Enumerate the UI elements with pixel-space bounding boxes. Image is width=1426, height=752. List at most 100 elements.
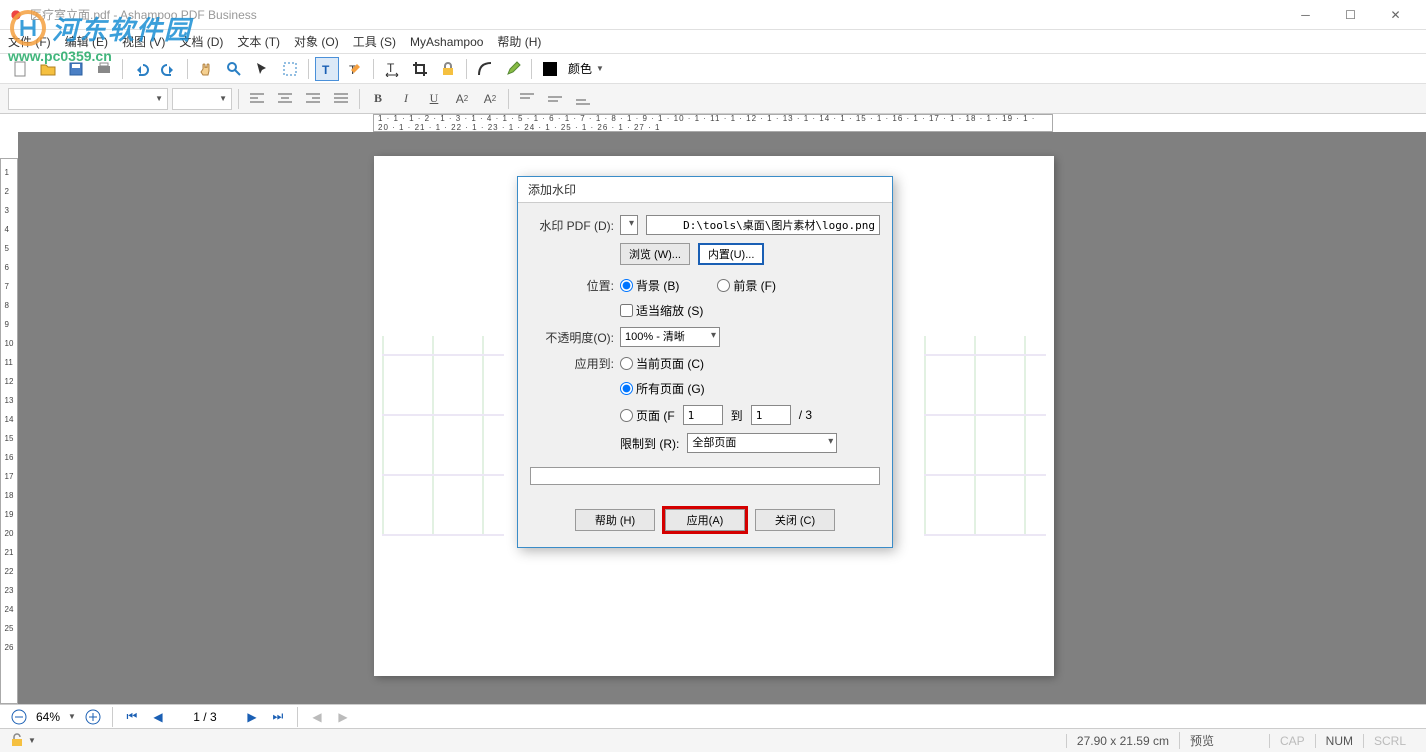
color-swatch[interactable] [538, 57, 562, 81]
pointer-icon[interactable] [250, 57, 274, 81]
fit-checkbox[interactable]: 适当缩放 (S) [620, 302, 703, 319]
zoom-out-icon[interactable] [10, 708, 28, 726]
opacity-combo[interactable]: 100% - 清晰 [620, 327, 720, 347]
num-status: NUM [1315, 734, 1363, 748]
zoom-value: 64% [36, 710, 60, 724]
scrl-status: SCRL [1363, 734, 1416, 748]
all-pages-radio[interactable]: 所有页面 (G) [620, 380, 705, 397]
mode-status: 预览 [1179, 732, 1269, 749]
page-to-label: 到 [731, 407, 743, 424]
last-page-icon[interactable]: ⏭ [269, 708, 287, 726]
coords-status: 27.90 x 21.59 cm [1066, 734, 1179, 748]
progress-bar [530, 467, 880, 485]
page-indicator: 1 / 3 [175, 710, 235, 724]
color-label: 颜色 [568, 60, 592, 77]
new-icon[interactable] [8, 57, 32, 81]
bold-button[interactable]: B [366, 88, 390, 110]
align-right-icon[interactable] [301, 88, 325, 110]
apply-button[interactable]: 应用(A) [665, 509, 745, 531]
align-center-icon[interactable] [273, 88, 297, 110]
applyto-label: 应用到: [530, 355, 620, 372]
nav-back-icon[interactable]: ◀ [308, 708, 326, 726]
foreground-radio[interactable]: 前景 (F) [717, 277, 776, 294]
save-icon[interactable] [64, 57, 88, 81]
svg-text:T: T [387, 61, 395, 75]
pdf-history-dropdown[interactable] [620, 215, 638, 235]
zoom-dropdown-icon[interactable]: ▼ [68, 712, 76, 721]
format-toolbar: ▼ ▼ B I U A2 A2 [0, 84, 1426, 114]
app-icon [8, 7, 24, 23]
lock-icon[interactable] [436, 57, 460, 81]
maximize-button[interactable]: ☐ [1328, 1, 1373, 29]
help-button[interactable]: 帮助 (H) [575, 509, 655, 531]
current-page-radio[interactable]: 当前页面 (C) [620, 355, 704, 372]
limit-label: 限制到 (R): [620, 435, 679, 452]
first-page-icon[interactable]: ⏮ [123, 708, 141, 726]
valign-top-icon[interactable] [515, 88, 539, 110]
align-justify-icon[interactable] [329, 88, 353, 110]
menu-file[interactable]: 文件 (F) [8, 33, 51, 50]
main-toolbar: T T T 颜色 ▼ [0, 54, 1426, 84]
pages-radio[interactable]: 页面 (F [620, 407, 675, 424]
navigation-bar: 64% ▼ ⏮ ◀ 1 / 3 ▶ ⏭ ◀ ▶ [0, 704, 1426, 728]
menu-edit[interactable]: 编辑 (E) [65, 33, 108, 50]
hand-icon[interactable] [194, 57, 218, 81]
limit-combo[interactable]: 全部页面 [687, 433, 837, 453]
brush-icon[interactable] [501, 57, 525, 81]
builtin-button[interactable]: 内置(U)... [698, 243, 764, 265]
minimize-button[interactable]: ─ [1283, 1, 1328, 29]
page-drawing-right [924, 336, 1046, 536]
menu-tools[interactable]: 工具 (S) [353, 33, 396, 50]
open-icon[interactable] [36, 57, 60, 81]
zoom-in-icon[interactable] [84, 708, 102, 726]
curve-icon[interactable] [473, 57, 497, 81]
fontsize-combo[interactable]: ▼ [172, 88, 232, 110]
vertical-ruler: 1234567891011121314151617181920212223242… [0, 158, 18, 704]
color-dropdown-icon[interactable]: ▼ [596, 64, 604, 73]
svg-text:T: T [322, 63, 330, 77]
underline-button[interactable]: U [422, 88, 446, 110]
page-drawing-left [382, 336, 504, 536]
valign-mid-icon[interactable] [543, 88, 567, 110]
align-left-icon[interactable] [245, 88, 269, 110]
lock-status-icon[interactable] [10, 733, 26, 749]
watermark-dialog: 添加水印 水印 PDF (D): 浏览 (W)... 内置(U)... 位置: … [517, 176, 893, 548]
menu-view[interactable]: 视图 (V) [122, 33, 165, 50]
redo-icon[interactable] [157, 57, 181, 81]
text-width-icon[interactable]: T [380, 57, 404, 81]
menu-help[interactable]: 帮助 (H) [497, 33, 541, 50]
browse-button[interactable]: 浏览 (W)... [620, 243, 690, 265]
zoom-icon[interactable] [222, 57, 246, 81]
pdf-label: 水印 PDF (D): [530, 217, 620, 234]
menu-object[interactable]: 对象 (O) [294, 33, 339, 50]
window-title: 医疗室立面.pdf - Ashampoo PDF Business [30, 6, 1283, 23]
nav-fwd-icon[interactable]: ▶ [334, 708, 352, 726]
menu-bar: 文件 (F) 编辑 (E) 视图 (V) 文档 (D) 文本 (T) 对象 (O… [0, 30, 1426, 54]
undo-icon[interactable] [129, 57, 153, 81]
lock-dropdown-icon[interactable]: ▼ [28, 736, 36, 745]
horizontal-ruler: 1 · 1 · 1 · 2 · 1 · 3 · 1 · 4 · 1 · 5 · … [373, 114, 1053, 132]
dialog-close-button[interactable]: 关闭 (C) [755, 509, 835, 531]
position-label: 位置: [530, 277, 620, 294]
pdf-path-input[interactable] [646, 215, 880, 235]
menu-text[interactable]: 文本 (T) [237, 33, 280, 50]
background-radio[interactable]: 背景 (B) [620, 277, 679, 294]
italic-button[interactable]: I [394, 88, 418, 110]
prev-page-icon[interactable]: ◀ [149, 708, 167, 726]
crop-icon[interactable] [408, 57, 432, 81]
superscript-button[interactable]: A2 [450, 88, 474, 110]
valign-bot-icon[interactable] [571, 88, 595, 110]
menu-myashampoo[interactable]: MyAshampoo [410, 35, 483, 49]
next-page-icon[interactable]: ▶ [243, 708, 261, 726]
close-button[interactable]: ✕ [1373, 1, 1418, 29]
page-to-input[interactable] [751, 405, 791, 425]
subscript-button[interactable]: A2 [478, 88, 502, 110]
text-tool2-icon[interactable]: T [343, 57, 367, 81]
print-icon[interactable] [92, 57, 116, 81]
select-icon[interactable] [278, 57, 302, 81]
status-bar: ▼ 27.90 x 21.59 cm 预览 CAP NUM SCRL [0, 728, 1426, 752]
text-tool-icon[interactable]: T [315, 57, 339, 81]
font-combo[interactable]: ▼ [8, 88, 168, 110]
page-from-input[interactable] [683, 405, 723, 425]
menu-document[interactable]: 文档 (D) [179, 33, 223, 50]
